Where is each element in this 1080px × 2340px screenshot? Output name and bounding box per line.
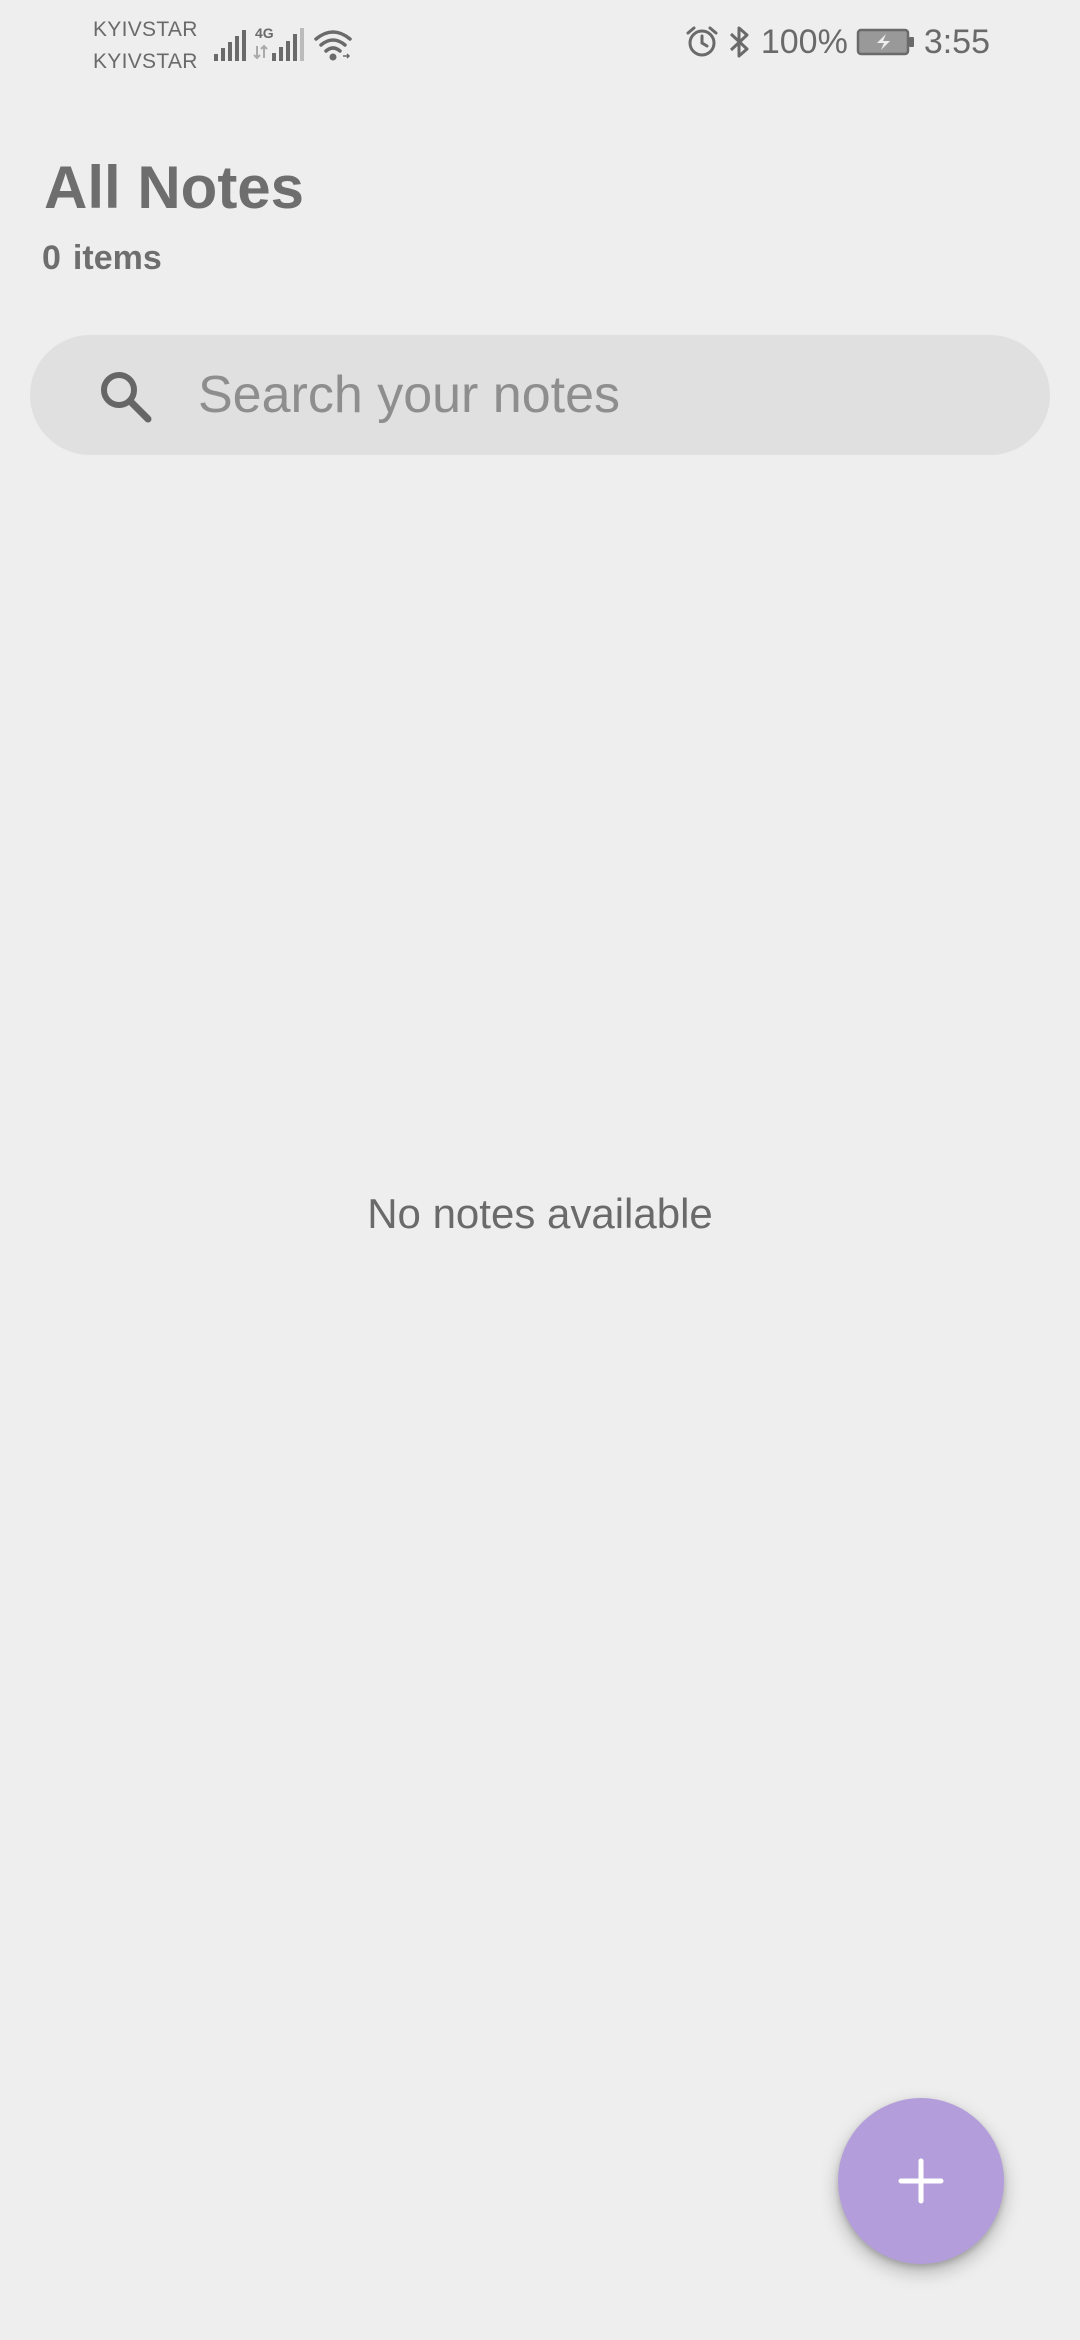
- search-bar[interactable]: [30, 335, 1050, 455]
- carrier-label-2: KYIVSTAR: [93, 50, 198, 73]
- battery-charging-icon: [856, 28, 914, 56]
- status-bar: KYIVSTAR KYIVSTAR 4G 100% 3:55: [0, 0, 1080, 86]
- carrier-label-1: KYIVSTAR: [93, 18, 198, 41]
- item-count-label: items: [72, 239, 162, 277]
- alarm-icon: [686, 26, 718, 57]
- page-title: All Notes: [44, 154, 305, 221]
- signal-4g-icon: 4G: [253, 25, 304, 61]
- status-right: 100% 3:55: [685, 18, 990, 66]
- search-input[interactable]: [198, 355, 998, 435]
- item-count-number: 0: [42, 239, 61, 277]
- wifi-icon: [314, 30, 352, 61]
- empty-state-message: No notes available: [367, 1190, 713, 1237]
- bluetooth-icon: [729, 26, 749, 58]
- battery-percent: 100%: [760, 22, 848, 61]
- carrier-labels: KYIVSTAR KYIVSTAR: [93, 14, 198, 78]
- svg-text:4G: 4G: [255, 25, 274, 41]
- add-note-button[interactable]: [838, 2098, 1004, 2264]
- search-icon[interactable]: [96, 367, 154, 425]
- plus-icon: [898, 2158, 944, 2204]
- item-count: 0 items: [42, 234, 162, 282]
- signal-icons: 4G: [213, 22, 353, 62]
- clock: 3:55: [923, 22, 990, 61]
- signal-icon: [214, 30, 246, 61]
